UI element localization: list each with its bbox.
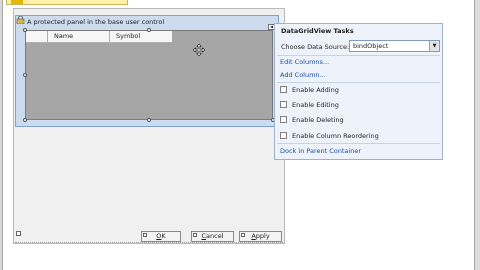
enable-deleting-row[interactable]: Enable Deleting: [280, 115, 344, 124]
add-column-link[interactable]: Add Column...: [280, 71, 326, 79]
resize-handle-middle-left[interactable]: [23, 73, 27, 77]
button-lock-glyph: [193, 233, 197, 237]
bottom-divider: [15, 242, 283, 243]
chevron-down-icon[interactable]: ▼: [429, 41, 439, 51]
button-lock-glyph: [143, 233, 147, 237]
enable-adding-row[interactable]: Enable Adding: [280, 85, 339, 94]
resize-handle-bottom-middle[interactable]: [147, 118, 151, 122]
data-grid-view[interactable]: Name Symbol: [25, 30, 273, 120]
resize-handle-top-middle[interactable]: [147, 28, 151, 32]
data-source-dropdown[interactable]: bindObject ▼: [349, 40, 440, 52]
document-tab-marker: [11, 0, 23, 4]
move-cursor-icon: [193, 44, 205, 56]
enable-editing-label: Enable Editing: [292, 100, 339, 109]
form-component-glyph[interactable]: [16, 231, 21, 236]
enable-reordering-label: Enable Column Reordering: [292, 131, 379, 140]
resize-handle-top-left[interactable]: [23, 28, 27, 32]
resize-handle-bottom-left[interactable]: [23, 118, 27, 122]
dock-in-parent-link[interactable]: Dock in Parent Container: [280, 147, 361, 155]
ok-button-label: K: [161, 232, 166, 240]
enable-reordering-checkbox[interactable]: [280, 132, 287, 139]
lock-icon: [16, 16, 25, 24]
tasks-divider: [277, 143, 440, 144]
enable-deleting-checkbox[interactable]: [280, 116, 287, 123]
apply-button-label: pply: [255, 232, 270, 240]
grid-column-header-name[interactable]: Name: [48, 31, 110, 42]
enable-adding-label: Enable Adding: [292, 85, 339, 94]
cancel-button[interactable]: Cancel: [191, 231, 234, 242]
data-source-label: Choose Data Source:: [281, 43, 350, 51]
tasks-divider: [277, 55, 440, 56]
apply-button[interactable]: Apply: [239, 231, 282, 242]
tasks-divider: [277, 82, 440, 83]
grid-column-header-symbol[interactable]: Symbol: [110, 31, 172, 42]
enable-editing-row[interactable]: Enable Editing: [280, 100, 339, 109]
document-tab[interactable]: [6, 0, 128, 5]
grid-row-header-cell[interactable]: [26, 31, 48, 42]
grid-header-row: Name Symbol: [26, 31, 172, 43]
cancel-button-label: ancel: [206, 232, 224, 240]
enable-reordering-row[interactable]: Enable Column Reordering: [280, 131, 379, 140]
enable-editing-checkbox[interactable]: [280, 101, 287, 108]
enable-adding-checkbox[interactable]: [280, 86, 287, 93]
data-source-value: bindObject: [353, 42, 389, 50]
window-right-edge: [474, 0, 480, 270]
edit-columns-link[interactable]: Edit Columns...: [280, 58, 329, 66]
protected-panel-label: A protected panel in the base user contr…: [27, 18, 165, 26]
button-lock-glyph: [241, 233, 245, 237]
ok-button[interactable]: OK: [141, 231, 181, 242]
tasks-panel-title: DataGridView Tasks: [281, 27, 354, 35]
enable-deleting-label: Enable Deleting: [292, 115, 344, 124]
window-left-edge: [0, 0, 3, 270]
